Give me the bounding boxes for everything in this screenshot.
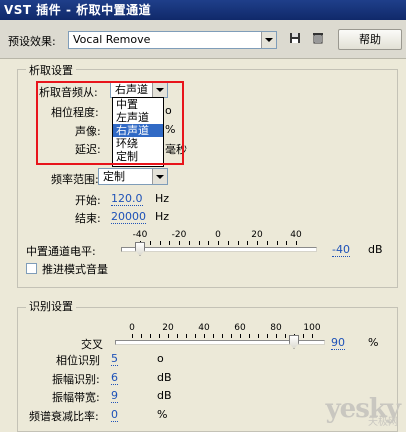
- scale-tick: [312, 334, 313, 338]
- scale-tick: [285, 334, 286, 338]
- amp-detect-value[interactable]: 6: [111, 371, 118, 385]
- start-value[interactable]: 120.0: [111, 192, 143, 206]
- preset-select-value: Vocal Remove: [73, 33, 151, 46]
- scale-tick: [160, 241, 161, 245]
- decay-value[interactable]: 0: [111, 408, 118, 422]
- scale-tick: [249, 334, 250, 338]
- scale-tick: [186, 334, 187, 338]
- boost-checkbox[interactable]: [26, 263, 37, 274]
- scale-tick: [247, 241, 248, 245]
- chevron-down-icon[interactable]: [261, 32, 276, 48]
- scale-tick: [199, 241, 200, 245]
- crossover-value[interactable]: 90: [331, 336, 345, 350]
- scale-tick-label: 0: [129, 323, 135, 333]
- boost-label: 推进模式音量: [42, 263, 108, 276]
- phase-detect-value[interactable]: 5: [111, 352, 118, 366]
- scale-tick-label: 60: [234, 323, 246, 333]
- crossover-unit: %: [368, 336, 379, 349]
- scale-tick: [238, 241, 239, 245]
- scale-tick-label: 40: [290, 230, 302, 240]
- freq-range-label: 频率范围:: [51, 173, 99, 186]
- center-level-value[interactable]: -40: [332, 243, 350, 257]
- phase-detect-unit: o: [157, 352, 164, 365]
- extract-settings-title: 析取设置: [26, 62, 76, 78]
- scale-tick: [213, 334, 214, 338]
- scale-tick: [257, 241, 258, 245]
- scale-tick-label: 100: [303, 323, 321, 333]
- scale-tick: [132, 334, 133, 338]
- crossover-label: 交叉: [81, 338, 103, 351]
- chevron-down-icon[interactable]: [152, 169, 167, 184]
- amp-detect-unit: dB: [157, 371, 172, 384]
- end-unit: Hz: [155, 210, 170, 223]
- scale-tick: [303, 334, 304, 338]
- help-button[interactable]: 帮助: [338, 29, 402, 50]
- phase-detect-label: 相位识别: [56, 354, 100, 367]
- scale-tick: [267, 334, 268, 338]
- crossover-scale: 0 20 40 60 80 100: [129, 323, 321, 338]
- amp-bw-unit: dB: [157, 389, 172, 402]
- scale-tick: [240, 334, 241, 338]
- amp-bw-label: 振幅带宽:: [52, 391, 100, 404]
- end-value[interactable]: 20000: [111, 210, 146, 224]
- decay-label: 频谱衰减比率:: [29, 410, 99, 423]
- scale-tick: [177, 334, 178, 338]
- scale-tick: [222, 334, 223, 338]
- amp-bw-value[interactable]: 9: [111, 389, 118, 403]
- scale-tick: [204, 334, 205, 338]
- watermark-sub: 天极网: [368, 417, 398, 428]
- scale-tick: [195, 334, 196, 338]
- freq-range-value: 定制: [103, 170, 125, 183]
- scale-tick: [286, 241, 287, 245]
- scale-tick-label: 20: [162, 323, 174, 333]
- scale-tick: [258, 334, 259, 338]
- preset-label: 预设效果:: [8, 35, 56, 48]
- scale-tick: [159, 334, 160, 338]
- save-icon[interactable]: [287, 32, 303, 48]
- center-level-unit: dB: [368, 243, 383, 256]
- center-level-label: 中置通道电平:: [26, 245, 96, 258]
- scale-tick: [218, 241, 219, 245]
- start-unit: Hz: [155, 192, 170, 205]
- annotation-highlight-box: [36, 81, 184, 165]
- center-level-scale: -40 -20 0 20 40: [133, 230, 302, 245]
- preset-select[interactable]: Vocal Remove: [68, 31, 277, 49]
- scale-tick-label: 40: [198, 323, 210, 333]
- freq-range-select[interactable]: 定制: [98, 168, 168, 185]
- scale-tick: [231, 334, 232, 338]
- scale-tick: [169, 241, 170, 245]
- toolbar: 预设效果: Vocal Remove 帮助: [0, 20, 406, 59]
- scale-tick: [141, 334, 142, 338]
- center-level-track[interactable]: [121, 247, 317, 252]
- scale-tick: [150, 241, 151, 245]
- detect-settings-title: 识别设置: [26, 298, 76, 314]
- scale-tick: [276, 334, 277, 338]
- scale-tick: [277, 241, 278, 245]
- scale-tick-label: 80: [270, 323, 282, 333]
- amp-detect-label: 振幅识别:: [52, 373, 100, 386]
- scale-tick: [267, 241, 268, 245]
- end-label: 结束:: [75, 212, 101, 225]
- scale-tick: [208, 241, 209, 245]
- scale-tick-label: -20: [171, 230, 187, 240]
- decay-unit: %: [157, 408, 168, 421]
- scale-tick: [168, 334, 169, 338]
- delete-icon[interactable]: [310, 32, 326, 48]
- scale-tick-label: -40: [132, 230, 148, 240]
- scale-tick: [179, 241, 180, 245]
- scale-tick: [150, 334, 151, 338]
- start-label: 开始:: [75, 194, 101, 207]
- scale-tick-label: 0: [215, 230, 221, 240]
- scale-tick: [228, 241, 229, 245]
- scale-tick-label: 20: [251, 230, 263, 240]
- window-title: VST 插件 - 析取中置通道: [0, 0, 406, 20]
- scale-tick: [296, 241, 297, 245]
- scale-tick: [189, 241, 190, 245]
